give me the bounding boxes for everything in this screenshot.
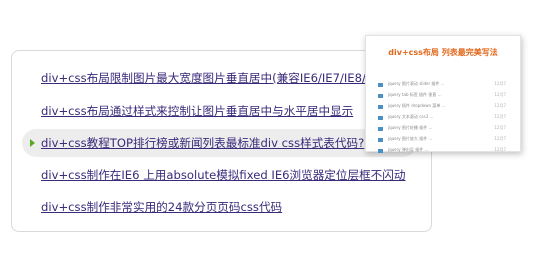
preview-row-date: 12月7 — [494, 125, 506, 130]
list-item-active: div+css教程TOP排行榜或新闻列表最标准div css样式表代码? — [22, 129, 417, 157]
preview-row-date: 12月7 — [494, 103, 506, 108]
preview-row: jquery 图片滚动 slider 插件 … 12月7 — [378, 80, 508, 91]
image-icon — [378, 127, 383, 131]
article-link[interactable]: div+css制作非常实用的24款分页页码css代码 — [41, 193, 282, 221]
preview-row: jquery tab 标签 插件 垂直 … 12月7 — [378, 91, 508, 102]
article-link[interactable]: div+css布局限制图片最大宽度图片垂直居中(兼容IE6/IE7/IE8/ — [41, 64, 366, 92]
preview-list: jquery 图片滚动 slider 插件 … 12月7 jquery tab 标… — [378, 80, 508, 157]
list-item: div+css制作在IE6 上用absolute模拟fixed IE6浏览器定位… — [12, 161, 431, 189]
image-icon — [378, 116, 383, 120]
image-icon — [378, 105, 383, 109]
preview-row-text: jquery 图片轮播 插件 … — [388, 125, 433, 130]
image-icon — [378, 138, 383, 142]
preview-row: jquery 图片轮播 插件 … 12月7 — [378, 124, 508, 135]
preview-title: div+css布局 列表最完美写法 — [388, 48, 498, 57]
article-link[interactable]: div+css教程TOP排行榜或新闻列表最标准div css样式表代码? — [41, 129, 364, 157]
preview-row: jquery 图片放大 插件 … 12月7 — [378, 135, 508, 146]
preview-row: jquery 弹出层 插件 … 12月7 — [378, 146, 508, 157]
preview-row-date: 12月7 — [494, 147, 506, 152]
article-link[interactable]: div+css布局通过样式来控制让图片垂直居中与水平居中显示 — [41, 97, 353, 125]
preview-row-text: jquery 插件 dropdown 菜单 … — [388, 103, 446, 108]
preview-row-date: 12月7 — [494, 136, 506, 141]
preview-row-text: jquery tab 标签 插件 垂直 … — [388, 92, 442, 97]
image-icon — [378, 149, 383, 153]
list-item: div+css制作非常实用的24款分页页码css代码 — [12, 193, 431, 221]
image-icon — [378, 83, 383, 87]
preview-row-text: jquery 弹出层 插件 … — [388, 147, 429, 152]
preview-row: jquery 插件 dropdown 菜单 … 12月7 — [378, 102, 508, 113]
preview-row-text: jquery 文本滚动 css3 … — [388, 114, 434, 119]
preview-row-date: 12月7 — [494, 81, 506, 86]
preview-row-date: 12月7 — [494, 114, 506, 119]
preview-row-date: 12月7 — [494, 92, 506, 97]
preview-row-text: jquery 图片放大 插件 … — [388, 136, 433, 141]
article-link[interactable]: div+css制作在IE6 上用absolute模拟fixed IE6浏览器定位… — [41, 161, 405, 189]
preview-row-text: jquery 图片滚动 slider 插件 … — [388, 81, 445, 86]
hover-preview-thumbnail: div+css布局 列表最完美写法 jquery 图片滚动 slider 插件 … — [365, 35, 521, 153]
preview-row: jquery 文本滚动 css3 … 12月7 — [378, 113, 508, 124]
image-icon — [378, 94, 383, 98]
arrow-right-icon — [30, 139, 35, 147]
